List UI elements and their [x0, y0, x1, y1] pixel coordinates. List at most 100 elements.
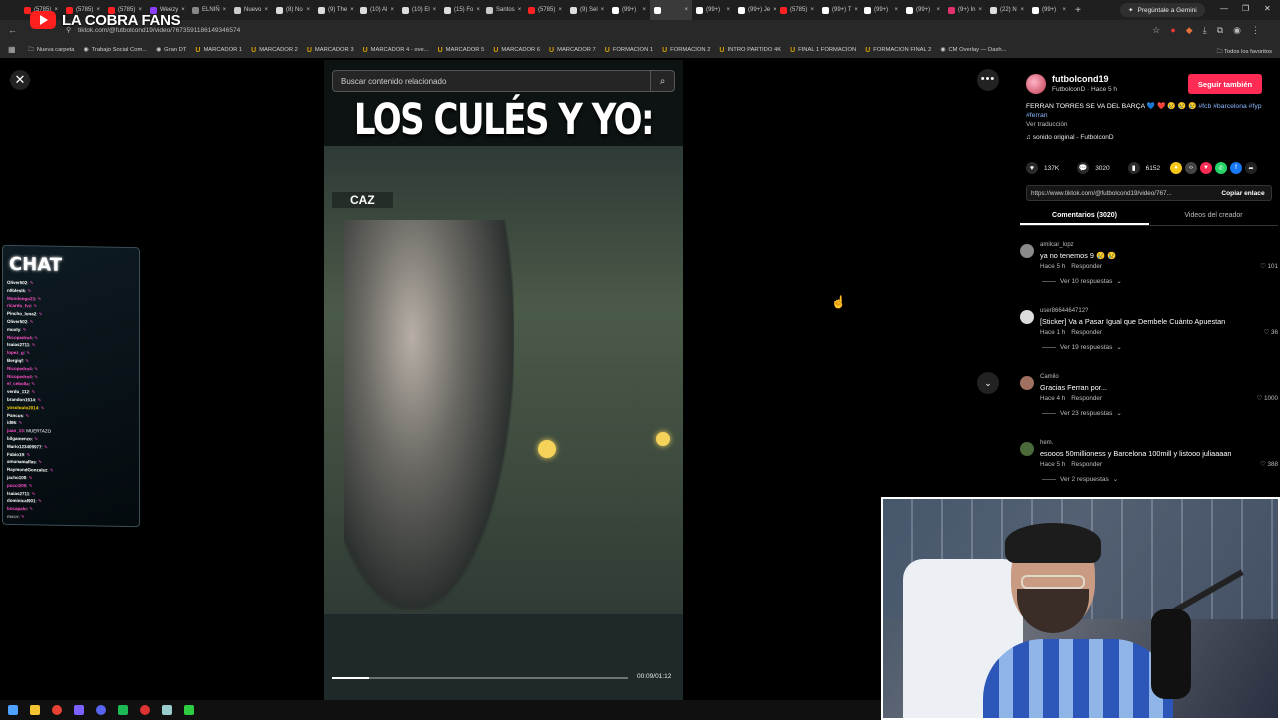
commenter-avatar[interactable] — [1020, 244, 1034, 258]
bookmark-item[interactable]: U MARCADOR 2 — [251, 45, 298, 55]
reply-link[interactable]: Responder — [1071, 461, 1102, 468]
browser-tab[interactable]: ELNIÑ × — [188, 0, 230, 20]
browser-tab[interactable]: (9+) In × — [944, 0, 986, 20]
tab-close-icon[interactable]: × — [684, 7, 688, 13]
tab-comments[interactable]: Comentarios (3020) — [1020, 208, 1149, 225]
share-arrow-icon[interactable]: ➦ — [1245, 162, 1257, 174]
translate-link[interactable]: Ver traducción — [1026, 121, 1068, 128]
bookmark-star-icon[interactable]: ☆ — [1152, 25, 1160, 36]
comment-like-button[interactable]: ♡ 101 — [1260, 263, 1278, 270]
view-replies-button[interactable]: Ver 19 respuestas ⌄ — [1042, 343, 1122, 352]
extensions-puzzle-icon[interactable]: ⧉ — [1217, 25, 1223, 36]
tab-close-icon[interactable]: × — [936, 7, 940, 13]
tab-close-icon[interactable]: × — [390, 7, 394, 13]
tab-close-icon[interactable]: × — [350, 7, 354, 13]
related-search-input[interactable] — [341, 76, 650, 86]
tab-close-icon[interactable]: × — [1020, 7, 1024, 13]
sound-link[interactable]: ♫ sonido original - FutbolconD — [1026, 134, 1114, 141]
tab-close-icon[interactable]: × — [601, 7, 605, 13]
bookmark-item[interactable]: ◉ Gran DT — [156, 45, 186, 55]
chrome-icon[interactable] — [52, 705, 62, 715]
coin-icon[interactable]: ● — [1170, 162, 1182, 174]
obs-icon[interactable] — [140, 705, 150, 715]
download-icon[interactable]: ⤓ — [1203, 25, 1207, 36]
comment-icon[interactable]: 💬 — [1077, 162, 1090, 174]
bookmark-item[interactable]: 🗀 Nueva carpeta — [28, 45, 75, 55]
comment-username[interactable]: hem. — [1040, 440, 1053, 446]
comment-username[interactable]: Camilo — [1040, 374, 1059, 380]
comment-like-button[interactable]: ♡ 388 — [1260, 461, 1278, 468]
tab-close-icon[interactable]: × — [264, 7, 268, 13]
discord-icon[interactable] — [96, 705, 106, 715]
browser-tab[interactable]: (10) Al × — [356, 0, 398, 20]
tab-close-icon[interactable]: × — [894, 7, 898, 13]
next-video-button[interactable]: ⌄ — [977, 372, 999, 394]
comment-username[interactable]: amilcar_lopz — [1040, 242, 1074, 248]
bookmark-icon[interactable]: ▮ — [1127, 162, 1140, 174]
app-icon[interactable] — [118, 705, 128, 715]
tab-close-icon[interactable]: × — [726, 7, 730, 13]
tab-close-icon[interactable]: × — [854, 7, 858, 13]
tab-close-icon[interactable]: × — [979, 7, 983, 13]
bookmark-item[interactable]: U MARCADOR 3 — [307, 45, 354, 55]
close-window-icon[interactable]: ✕ — [1264, 4, 1271, 13]
bookmark-item[interactable]: U MARCADOR 5 — [438, 45, 485, 55]
browser-tab[interactable]: (5785) × — [776, 0, 818, 20]
file-explorer-icon[interactable] — [30, 705, 40, 715]
bookmark-item[interactable]: U FORMACION 2 — [662, 45, 710, 55]
bookmark-item[interactable]: ◉ CM Overlay — Dash... — [940, 45, 1006, 55]
back-icon[interactable]: ← — [8, 25, 17, 35]
author-name[interactable]: futbolcond19 — [1052, 74, 1109, 84]
bookmark-item[interactable]: U FORMACION FINAL 2 — [865, 45, 931, 55]
follow-button[interactable]: Seguir también — [1188, 74, 1262, 94]
extension-icon[interactable]: ◆ — [1186, 25, 1193, 36]
comment-username[interactable]: user8664464712? — [1040, 308, 1088, 314]
commenter-avatar[interactable] — [1020, 442, 1034, 456]
view-replies-button[interactable]: Ver 23 respuestas ⌄ — [1042, 409, 1122, 418]
app-icon[interactable] — [74, 705, 84, 715]
tab-close-icon[interactable]: × — [433, 7, 437, 13]
tab-close-icon[interactable]: × — [810, 7, 814, 13]
extension-icon[interactable]: ● — [1170, 25, 1175, 36]
minimize-icon[interactable]: — — [1220, 4, 1228, 13]
bookmark-item[interactable]: U MARCADOR 6 — [493, 45, 540, 55]
tab-creator-videos[interactable]: Videos del creador — [1149, 208, 1278, 225]
browser-tab[interactable]: (22) N × — [986, 0, 1028, 20]
video-player[interactable]: LOS CULÉS Y YO: CAZ ⌕ 00:09/01:12 — [324, 60, 683, 700]
tab-close-icon[interactable]: × — [306, 7, 310, 13]
tab-close-icon[interactable]: × — [518, 7, 522, 13]
comment-like-button[interactable]: ♡ 1000 — [1257, 395, 1278, 402]
browser-tab[interactable]: (99+) × — [1028, 0, 1070, 20]
browser-tab[interactable]: (9) The × — [314, 0, 356, 20]
profile-icon[interactable]: ◉ — [1233, 25, 1241, 36]
share-link-url[interactable]: https://www.tiktok.com/@futbolcond19/vid… — [1027, 190, 1215, 197]
bookmark-item[interactable]: U FINAL 1 FORMACION — [790, 45, 856, 55]
view-replies-button[interactable]: Ver 10 respuestas ⌄ — [1042, 277, 1122, 286]
search-icon[interactable]: ⌕ — [650, 70, 674, 92]
browser-tab[interactable]: (99+) × — [608, 0, 650, 20]
bookmark-item[interactable]: U FORMACION 1 — [605, 45, 653, 55]
bookmark-item[interactable]: U MARCADOR 7 — [549, 45, 596, 55]
like-heart-icon[interactable]: ♥ — [1026, 162, 1038, 174]
bookmark-item[interactable]: U MARCADOR 1 — [195, 45, 242, 55]
author-avatar[interactable] — [1026, 74, 1046, 94]
browser-tab[interactable]: × — [650, 0, 692, 20]
tab-close-icon[interactable]: × — [642, 7, 646, 13]
all-bookmarks-folder[interactable]: 🗀 Todos los favoritos — [1217, 47, 1272, 57]
app-icon[interactable] — [184, 705, 194, 715]
close-video-button[interactable]: ✕ — [10, 70, 30, 90]
commenter-avatar[interactable] — [1020, 310, 1034, 324]
browser-tab[interactable]: (99+) × — [902, 0, 944, 20]
reply-link[interactable]: Responder — [1071, 395, 1102, 402]
tab-close-icon[interactable]: × — [558, 7, 562, 13]
commenter-avatar[interactable] — [1020, 376, 1034, 390]
embed-icon[interactable]: ‹› — [1185, 162, 1197, 174]
browser-tab[interactable]: (15) Fo × — [440, 0, 482, 20]
browser-tab[interactable]: Nuevo × — [230, 0, 272, 20]
tab-close-icon[interactable]: × — [1062, 7, 1066, 13]
browser-tab[interactable]: (99+) × — [860, 0, 902, 20]
tab-close-icon[interactable]: × — [181, 7, 185, 13]
more-options-button[interactable]: ••• — [977, 69, 999, 91]
whatsapp-icon[interactable]: ✆ — [1215, 162, 1227, 174]
menu-kebab-icon[interactable]: ⋮ — [1251, 25, 1260, 36]
